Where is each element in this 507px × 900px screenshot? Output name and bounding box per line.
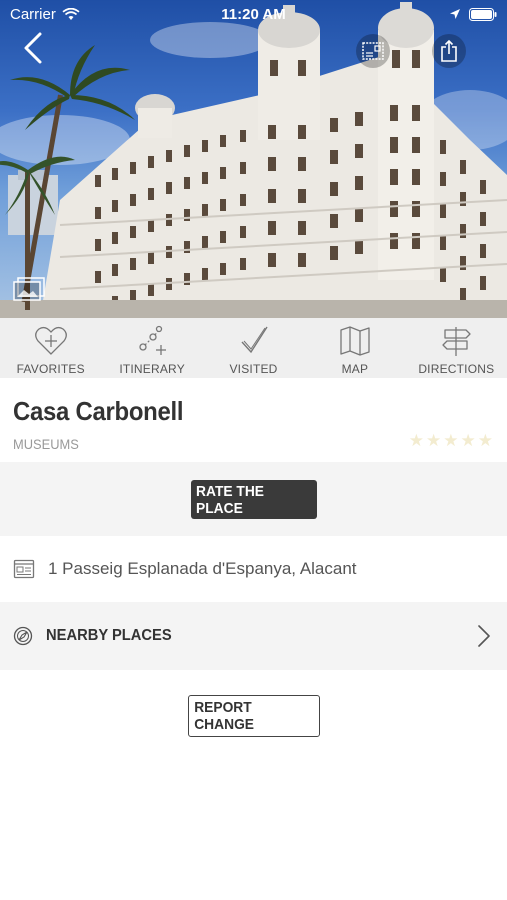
star-icon: ★ (426, 431, 442, 450)
rate-place-label: RATE THE PLACE (196, 482, 265, 517)
address-text: 1 Passeig Esplanada d'Espanya, Alacant (48, 559, 357, 578)
chevron-right-icon (478, 625, 490, 647)
directions-label: DIRECTIONS (418, 362, 495, 376)
share-button[interactable] (432, 34, 466, 68)
nearby-places-row[interactable]: NEARBY PLACES (0, 602, 507, 670)
report-change-button[interactable]: REPORT CHANGE (188, 695, 320, 737)
star-icon: ★ (408, 431, 424, 450)
heart-plus-icon (34, 326, 67, 355)
gallery-button[interactable] (12, 276, 46, 304)
itinerary-icon (139, 325, 167, 355)
rate-place-button[interactable]: RATE THE PLACE (191, 480, 317, 519)
itinerary-button[interactable]: ITINERARY (101, 318, 202, 378)
place-title: Casa Carbonell (13, 396, 184, 426)
rate-section: RATE THE PLACE (0, 462, 507, 536)
visited-label: VISITED (229, 362, 278, 376)
star-icon: ★ (460, 431, 476, 450)
place-category: MUSEUMS (13, 436, 79, 452)
address-icon (13, 559, 35, 579)
back-button[interactable] (18, 30, 52, 66)
map-icon (340, 326, 370, 356)
share-icon (441, 39, 457, 62)
favorites-label: FAVORITES (16, 362, 85, 376)
hero-photo[interactable]: Carrier 11:20 AM (0, 0, 507, 318)
compass-icon (13, 626, 33, 646)
map-label: MAP (341, 362, 369, 376)
favorites-button[interactable]: FAVORITES (0, 318, 101, 378)
building-photo (0, 2, 507, 318)
map-button[interactable]: MAP (304, 318, 405, 378)
postcard-button[interactable] (356, 34, 390, 68)
star-icon: ★ (443, 431, 459, 450)
directions-button[interactable]: DIRECTIONS (406, 318, 507, 378)
signpost-icon (442, 327, 471, 356)
nearby-places-label: NEARBY PLACES (46, 627, 172, 644)
visited-button[interactable]: VISITED (203, 318, 304, 378)
action-bar: FAVORITES ITINERARY VISITED MAP DIRECTIO… (0, 318, 507, 378)
place-header: Casa Carbonell MUSEUMS ★ ★ ★ ★ ★ (0, 378, 507, 462)
checkmark-icon (240, 326, 268, 354)
postcard-icon (362, 42, 384, 60)
star-icon: ★ (477, 431, 493, 450)
itinerary-label: ITINERARY (119, 362, 185, 376)
address-row[interactable]: 1 Passeig Esplanada d'Espanya, Alacant (0, 536, 507, 602)
rating-stars: ★ ★ ★ ★ ★ (409, 432, 493, 449)
status-time: 11:20 AM (221, 5, 286, 23)
status-bar: Carrier 11:20 AM (0, 0, 507, 28)
report-change-label: REPORT CHANGE (194, 699, 255, 733)
